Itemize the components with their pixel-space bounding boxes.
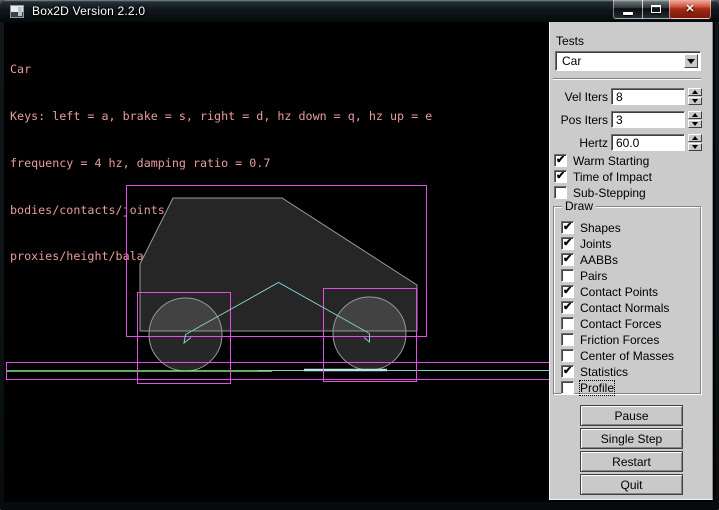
hertz-row: Hertz <box>550 134 714 152</box>
checkbox-label[interactable]: Time of Impact <box>573 170 652 184</box>
checkbox-warm-starting[interactable]: Warm Starting <box>554 153 649 168</box>
checkbox-label[interactable]: AABBs <box>580 253 618 267</box>
chevron-down-icon <box>687 59 695 64</box>
checkbox-box[interactable] <box>561 269 574 282</box>
pos-iters-down-button[interactable] <box>688 120 702 128</box>
minimize-button[interactable] <box>613 0 643 19</box>
tests-dropdown[interactable]: Car <box>555 51 701 71</box>
checkbox-box[interactable] <box>561 253 574 266</box>
quit-button[interactable]: Quit <box>580 474 683 495</box>
app-icon <box>10 5 24 18</box>
hertz-up-button[interactable] <box>688 134 702 142</box>
checkbox-contact-forces[interactable]: Contact Forces <box>561 316 661 331</box>
window-title: Box2D Version 2.2.0 <box>32 4 145 18</box>
close-icon: ✕ <box>685 4 694 15</box>
checkbox-box[interactable] <box>561 333 574 346</box>
checkbox-label[interactable]: Contact Normals <box>580 301 669 315</box>
pos-iters-row: Pos Iters <box>550 111 714 129</box>
maximize-button[interactable] <box>642 0 670 19</box>
checkbox-contact-normals[interactable]: Contact Normals <box>561 300 669 315</box>
vel-iters-input[interactable] <box>611 88 685 105</box>
arrow-up-icon <box>692 136 698 140</box>
checkbox-profile[interactable]: Profile <box>561 380 614 395</box>
checkbox-label[interactable]: Sub-Stepping <box>573 186 646 200</box>
close-button[interactable]: ✕ <box>669 0 711 19</box>
checkbox-box[interactable] <box>561 381 574 394</box>
tests-dropdown-button[interactable] <box>684 54 698 68</box>
checkbox-label[interactable]: Contact Points <box>580 285 658 299</box>
simulation-canvas[interactable]: Car Keys: left = a, brake = s, right = d… <box>4 22 715 502</box>
checkbox-statistics[interactable]: Statistics <box>561 364 628 379</box>
checkbox-pairs[interactable]: Pairs <box>561 268 607 283</box>
vel-iters-down-button[interactable] <box>688 97 702 105</box>
app-window: Box2D Version 2.2.0 ✕ Car Keys: left = a… <box>0 0 719 510</box>
arrow-down-icon <box>692 122 698 126</box>
checkbox-label[interactable]: Center of Masses <box>580 349 674 363</box>
pos-iters-up-button[interactable] <box>688 111 702 119</box>
checkbox-box[interactable] <box>554 186 567 199</box>
vel-iters-label: Vel Iters <box>550 90 608 104</box>
checkbox-label[interactable]: Contact Forces <box>580 317 661 331</box>
hertz-label: Hertz <box>550 136 608 150</box>
minimize-icon <box>623 12 633 15</box>
tests-selected-value: Car <box>562 54 581 68</box>
checkbox-label[interactable]: Shapes <box>580 221 621 235</box>
checkbox-sub-stepping[interactable]: Sub-Stepping <box>554 185 646 200</box>
checkbox-label[interactable]: Joints <box>580 237 611 251</box>
pos-iters-stepper <box>688 111 702 128</box>
vel-iters-up-button[interactable] <box>688 88 702 96</box>
checkbox-contact-points[interactable]: Contact Points <box>561 284 658 299</box>
checkbox-label[interactable]: Statistics <box>580 365 628 379</box>
checkbox-aabbs[interactable]: AABBs <box>561 252 618 267</box>
checkbox-shapes[interactable]: Shapes <box>561 220 621 235</box>
pause-button[interactable]: Pause <box>580 405 683 426</box>
draw-group-title: Draw <box>562 199 596 213</box>
arrow-down-icon <box>692 99 698 103</box>
caption-buttons: ✕ <box>614 0 711 20</box>
checkbox-box[interactable] <box>561 221 574 234</box>
pos-iters-input[interactable] <box>611 111 685 128</box>
checkbox-box[interactable] <box>561 285 574 298</box>
restart-button[interactable]: Restart <box>580 451 683 472</box>
arrow-up-icon <box>692 90 698 94</box>
hertz-down-button[interactable] <box>688 143 702 151</box>
pos-iters-label: Pos Iters <box>550 113 608 127</box>
arrow-down-icon <box>692 145 698 149</box>
checkbox-label[interactable]: Friction Forces <box>580 333 659 347</box>
checkbox-joints[interactable]: Joints <box>561 236 611 251</box>
checkbox-box[interactable] <box>561 349 574 362</box>
vel-iters-stepper <box>688 88 702 105</box>
checkbox-friction-forces[interactable]: Friction Forces <box>561 332 659 347</box>
title-bar[interactable]: Box2D Version 2.2.0 ✕ <box>0 0 719 22</box>
hertz-stepper <box>688 134 702 151</box>
vel-iters-row: Vel Iters <box>550 88 714 106</box>
checkbox-box[interactable] <box>554 154 567 167</box>
checkbox-box[interactable] <box>561 237 574 250</box>
checkbox-label[interactable]: Warm Starting <box>573 154 649 168</box>
checkbox-center-of-masses[interactable]: Center of Masses <box>561 348 674 363</box>
single-step-button[interactable]: Single Step <box>580 428 683 449</box>
checkbox-box[interactable] <box>561 317 574 330</box>
hertz-input[interactable] <box>611 134 685 151</box>
maximize-icon <box>651 5 661 13</box>
separator <box>553 78 701 80</box>
arrow-up-icon <box>692 113 698 117</box>
checkbox-box[interactable] <box>561 365 574 378</box>
checkbox-box[interactable] <box>561 301 574 314</box>
control-panel: Tests Car Vel Iters Pos Iters <box>549 22 713 500</box>
checkbox-box[interactable] <box>554 170 567 183</box>
checkbox-label[interactable]: Pairs <box>580 269 607 283</box>
tests-label: Tests <box>556 34 584 48</box>
checkbox-label[interactable]: Profile <box>580 381 614 395</box>
checkbox-time-of-impact[interactable]: Time of Impact <box>554 169 652 184</box>
